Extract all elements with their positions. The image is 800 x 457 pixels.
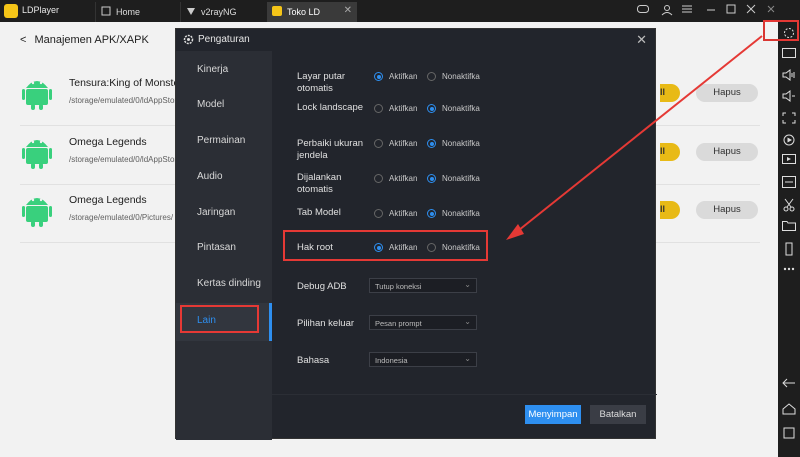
expand-icon[interactable] <box>764 4 778 17</box>
option-label: Nonaktifka <box>442 174 480 183</box>
tab-label: v2rayNG <box>201 7 237 17</box>
close-icon[interactable]: ✕ <box>636 32 647 48</box>
maximize-icon[interactable] <box>724 4 738 17</box>
tab-label: Home <box>116 7 141 17</box>
radio-auto-rotate-on[interactable] <box>374 72 383 81</box>
setting-label-lock-landscape: Lock landscape <box>297 102 364 113</box>
radio-tab-model-off[interactable] <box>427 209 436 218</box>
recent-apps-icon[interactable] <box>782 427 796 440</box>
cancel-button[interactable]: Batalkan <box>590 405 646 424</box>
option-label: Nonaktifka <box>442 139 480 148</box>
option-label: Aktifkan <box>389 104 418 113</box>
dialog-title: Pengaturan <box>198 34 250 45</box>
folder-icon[interactable] <box>782 220 796 233</box>
settings-dialog: Pengaturan ✕ Kinerja Model Permainan Aud… <box>175 28 657 440</box>
close-tab-icon[interactable]: ✕ <box>344 5 352 16</box>
gear-icon <box>183 34 194 45</box>
setting-label-fix-window-size: Perbaiki ukuran jendela <box>297 138 364 161</box>
app-name: LDPlayer <box>22 5 60 15</box>
root-highlight-box <box>283 230 488 261</box>
v2rayng-icon <box>186 6 196 16</box>
radio-fix-window-on[interactable] <box>374 139 383 148</box>
account-icon[interactable] <box>660 4 674 19</box>
chevron-down-icon: ⌄ <box>464 317 471 326</box>
shake-icon[interactable] <box>782 242 796 256</box>
setting-label-language: Bahasa <box>297 355 330 366</box>
sidebar-item-audio[interactable]: Audio <box>197 171 223 182</box>
sidebar-item-permainan[interactable]: Permainan <box>197 135 245 146</box>
select-value: Tutup koneksi <box>375 282 422 291</box>
volume-up-icon[interactable] <box>782 69 796 82</box>
radio-tab-model-on[interactable] <box>374 209 383 218</box>
keyboard-icon[interactable] <box>782 48 796 61</box>
radio-autostart-off[interactable] <box>427 174 436 183</box>
sidebar-active-bar <box>269 303 272 341</box>
settings-sidebar: Kinerja Model Permainan Audio Jaringan P… <box>176 51 272 440</box>
radio-autostart-on[interactable] <box>374 174 383 183</box>
sidebar-item-pintasan[interactable]: Pintasan <box>197 242 236 253</box>
tab-v2rayng[interactable]: v2rayNG <box>180 2 265 22</box>
right-toolbar <box>778 22 800 457</box>
select-value: Pesan prompt <box>375 319 422 328</box>
radio-lock-landscape-off[interactable] <box>427 104 436 113</box>
sidebar-item-kinerja[interactable]: Kinerja <box>197 64 228 75</box>
setting-label-debug-adb: Debug ADB <box>297 281 347 292</box>
volume-down-icon[interactable] <box>782 90 796 103</box>
tab-home[interactable]: Home <box>95 2 180 22</box>
option-label: Nonaktifka <box>442 209 480 218</box>
sidebar-item-model[interactable]: Model <box>197 99 224 110</box>
chevron-down-icon: ⌄ <box>464 280 471 289</box>
footer-divider <box>272 394 657 395</box>
save-button[interactable]: Menyimpan <box>525 405 581 424</box>
setting-label-exit-option: Pilihan keluar <box>297 318 355 329</box>
exit-option-select[interactable]: Pesan prompt ⌄ <box>369 315 477 330</box>
gamepad-icon[interactable] <box>636 4 650 17</box>
ldplayer-logo-icon <box>4 4 18 18</box>
menu-icon[interactable] <box>680 4 694 17</box>
tab-toko-ld[interactable]: Toko LD ✕ <box>267 2 357 22</box>
title-bar: LDPlayer Home v2rayNG Toko LD ✕ <box>0 0 800 22</box>
dialog-header: Pengaturan ✕ <box>176 29 655 51</box>
lain-highlight-box <box>180 305 259 333</box>
video-icon[interactable] <box>782 154 796 167</box>
more-icon[interactable] <box>782 263 796 276</box>
apk-icon[interactable] <box>782 176 796 189</box>
setting-label-tab-model: Tab Model <box>297 207 341 218</box>
language-select[interactable]: Indonesia ⌄ <box>369 352 477 367</box>
record-icon[interactable] <box>782 133 796 146</box>
option-label: Nonaktifka <box>442 72 480 81</box>
option-label: Aktifkan <box>389 139 418 148</box>
minimize-icon[interactable] <box>704 4 718 17</box>
radio-fix-window-off[interactable] <box>427 139 436 148</box>
select-value: Indonesia <box>375 356 408 365</box>
radio-lock-landscape-on[interactable] <box>374 104 383 113</box>
option-label: Nonaktifka <box>442 104 480 113</box>
sidebar-item-jaringan[interactable]: Jaringan <box>197 207 235 218</box>
home-button-icon[interactable] <box>782 403 796 416</box>
fullscreen-icon[interactable] <box>782 112 796 125</box>
home-icon <box>101 6 111 16</box>
close-window-icon[interactable] <box>744 4 758 17</box>
scissors-icon[interactable] <box>782 198 796 212</box>
tab-label: Toko LD <box>287 7 321 17</box>
radio-auto-rotate-off[interactable] <box>427 72 436 81</box>
option-label: Aktifkan <box>389 209 418 218</box>
sidebar-item-kertas-dinding[interactable]: Kertas dinding <box>197 278 261 289</box>
chevron-down-icon: ⌄ <box>464 354 471 363</box>
option-label: Aktifkan <box>389 72 418 81</box>
setting-label-autostart: Dijalankan otomatis <box>297 172 342 195</box>
setting-label-auto-rotate: Layar putar otomatis <box>297 71 346 94</box>
back-icon[interactable] <box>782 378 796 391</box>
debug-adb-select[interactable]: Tutup koneksi ⌄ <box>369 278 477 293</box>
store-icon <box>272 6 282 16</box>
option-label: Aktifkan <box>389 174 418 183</box>
